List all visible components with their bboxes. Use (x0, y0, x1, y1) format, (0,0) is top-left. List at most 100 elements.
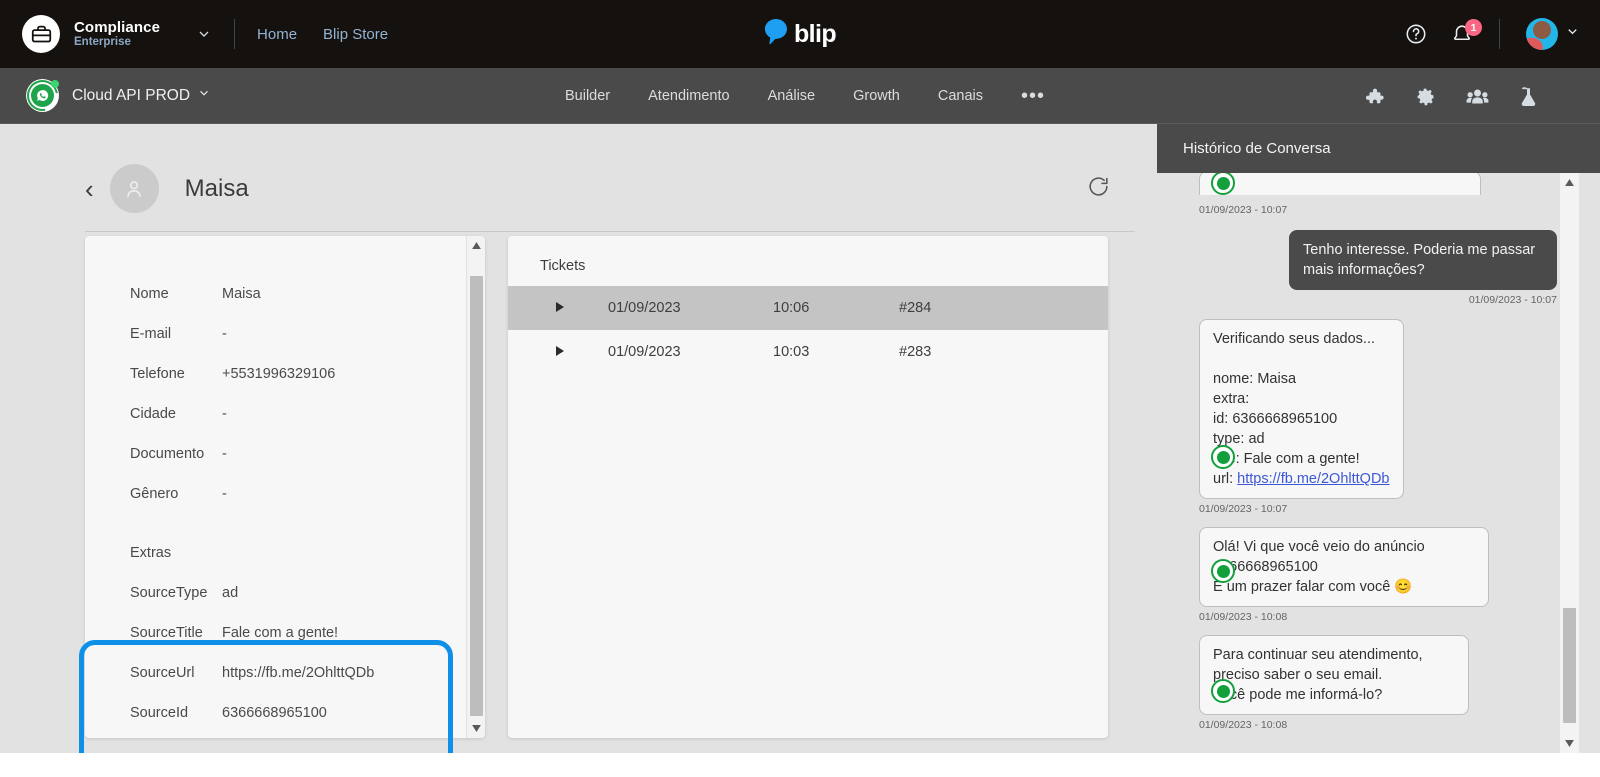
extra-sourcetitle: SourceTitle Fale com a gente! (85, 613, 459, 653)
field-value: ad (222, 585, 239, 601)
message-timestamp: 01/09/2023 - 10:07 (1199, 503, 1288, 515)
field-genero: Gênero - (85, 474, 459, 514)
list-item: Para continuar seu atendimento, preciso … (1159, 635, 1579, 731)
nav-link-home[interactable]: Home (257, 26, 297, 43)
field-value: 6366668965100 (222, 705, 327, 721)
tab-atendimento[interactable]: Atendimento (648, 88, 729, 104)
message-link[interactable]: https://fb.me/2OhlttQDb (1237, 471, 1389, 487)
message-bubble: Tenho interesse. Poderia me passar mais … (1289, 230, 1557, 290)
tab-builder[interactable]: Builder (565, 88, 610, 104)
chat-history-title: Histórico de Conversa (1157, 124, 1600, 173)
chevron-down-icon[interactable] (197, 86, 211, 105)
field-value: Fale com a gente! (222, 625, 339, 641)
extras-section-title: Extras (130, 545, 172, 561)
chevron-down-icon[interactable] (196, 26, 212, 42)
field-label: Nome (130, 286, 169, 302)
field-label: SourceId (130, 705, 189, 721)
whatsapp-channel-icon (1211, 679, 1235, 703)
whatsapp-channel-icon (1211, 559, 1235, 583)
top-nav-links: Home Blip Store (257, 26, 388, 43)
bot-navigation-bar: Cloud API PROD Builder Atendimento Análi… (0, 68, 1600, 124)
blip-brand-logo[interactable]: blip (764, 18, 837, 50)
whatsapp-channel-icon (1211, 445, 1235, 469)
users-icon[interactable] (1466, 86, 1489, 107)
chat-messages-list: 01/09/2023 - 10:07 Tenho interesse. Pode… (1159, 173, 1579, 777)
field-label: SourceUrl (130, 665, 195, 681)
list-item: Verificando seus dados... nome: Maisa ex… (1159, 319, 1579, 515)
whatsapp-channel-icon (20, 73, 65, 118)
chevron-left-icon[interactable]: ‹ (85, 176, 94, 202)
list-item: Tenho interesse. Poderia me passar mais … (1159, 230, 1579, 306)
field-telefone: Telefone +5531996329106 (85, 354, 459, 394)
ticket-id: #284 (899, 300, 932, 316)
ticket-date: 01/09/2023 (608, 300, 681, 316)
triangle-right-icon[interactable] (556, 301, 608, 315)
refresh-icon[interactable] (1086, 174, 1111, 204)
field-label: Gênero (130, 486, 179, 502)
table-row[interactable]: 01/09/2023 10:03 #283 (508, 330, 1108, 374)
bot-bar-actions (1364, 68, 1538, 124)
bot-name-label: Cloud API PROD (72, 86, 191, 104)
blip-speech-bubble-icon (764, 18, 789, 50)
gear-icon[interactable] (1415, 86, 1436, 107)
nav-link-blip-store[interactable]: Blip Store (323, 26, 388, 43)
ticket-id: #283 (899, 344, 932, 360)
organization-plan: Enterprise (74, 36, 131, 49)
triangle-up-icon[interactable] (467, 236, 485, 255)
message-bubble: Olá! Vi que você veio do anúncio 6366668… (1199, 527, 1489, 607)
contact-info-card: Nome Maisa E-mail - Telefone +5531996329… (85, 236, 485, 738)
contact-fields: Nome Maisa E-mail - Telefone +5531996329… (85, 236, 459, 733)
divider (1499, 19, 1500, 49)
field-nome: Nome Maisa (85, 274, 459, 314)
scrollbar-thumb[interactable] (1563, 608, 1576, 723)
triangle-down-icon[interactable] (467, 719, 485, 738)
field-value: Maisa (222, 286, 261, 302)
notification-badge: 1 (1465, 19, 1482, 36)
user-menu[interactable] (1526, 18, 1580, 50)
ticket-time: 10:03 (773, 344, 810, 360)
help-circle-icon[interactable] (1405, 23, 1427, 45)
bot-selector[interactable]: Cloud API PROD (0, 73, 211, 118)
extra-sourceid: SourceId 6366668965100 (85, 693, 459, 733)
field-value: - (222, 446, 227, 462)
chevron-down-icon[interactable] (1565, 24, 1580, 44)
field-label: SourceType (130, 585, 208, 601)
scrollbar-thumb[interactable] (470, 276, 483, 716)
top-navigation-bar: Compliance Enterprise Home Blip Store bl… (0, 0, 1600, 68)
field-label: Telefone (130, 366, 185, 382)
blip-wordmark: blip (793, 19, 837, 48)
field-label: E-mail (130, 326, 172, 342)
page-title: Maisa (184, 174, 249, 202)
field-value: https://fb.me/2OhlttQDb (222, 665, 375, 681)
chat-scrollbar[interactable] (1560, 173, 1579, 753)
tab-canais[interactable]: Canais (938, 88, 983, 104)
table-row[interactable]: 01/09/2023 10:06 #284 (508, 286, 1108, 330)
puzzle-piece-icon[interactable] (1364, 86, 1385, 107)
field-label: Documento (130, 446, 205, 462)
triangle-right-icon[interactable] (556, 345, 608, 359)
tab-analise[interactable]: Análise (768, 88, 816, 104)
avatar (1526, 18, 1558, 50)
organization-name: Compliance (74, 18, 161, 36)
triangle-down-icon[interactable] (1560, 734, 1579, 753)
info-card-scrollbar[interactable] (466, 236, 485, 738)
divider (234, 19, 236, 49)
list-item: 01/09/2023 - 10:07 (1159, 173, 1579, 216)
organization-switcher[interactable]: Compliance Enterprise (0, 15, 212, 53)
triangle-up-icon[interactable] (1560, 173, 1579, 192)
bell-icon[interactable]: 1 (1451, 19, 1482, 45)
bot-nav-tabs: Builder Atendimento Análise Growth Canai… (565, 68, 1045, 124)
message-timestamp: 01/09/2023 - 10:08 (1199, 611, 1288, 623)
tab-growth[interactable]: Growth (853, 88, 900, 104)
app-root: Compliance Enterprise Home Blip Store bl… (0, 0, 1600, 777)
bot-name: Cloud API PROD (72, 86, 211, 105)
organization-text: Compliance Enterprise (74, 19, 160, 49)
ticket-date: 01/09/2023 (608, 344, 681, 360)
tickets-title: Tickets (540, 258, 586, 274)
contact-header: ‹ Maisa (85, 146, 1135, 232)
field-value: - (222, 326, 227, 342)
chat-gutter (1579, 173, 1600, 753)
person-icon (109, 164, 159, 213)
flask-icon[interactable] (1519, 86, 1538, 107)
tab-more-icon[interactable]: ••• (1021, 86, 1045, 106)
